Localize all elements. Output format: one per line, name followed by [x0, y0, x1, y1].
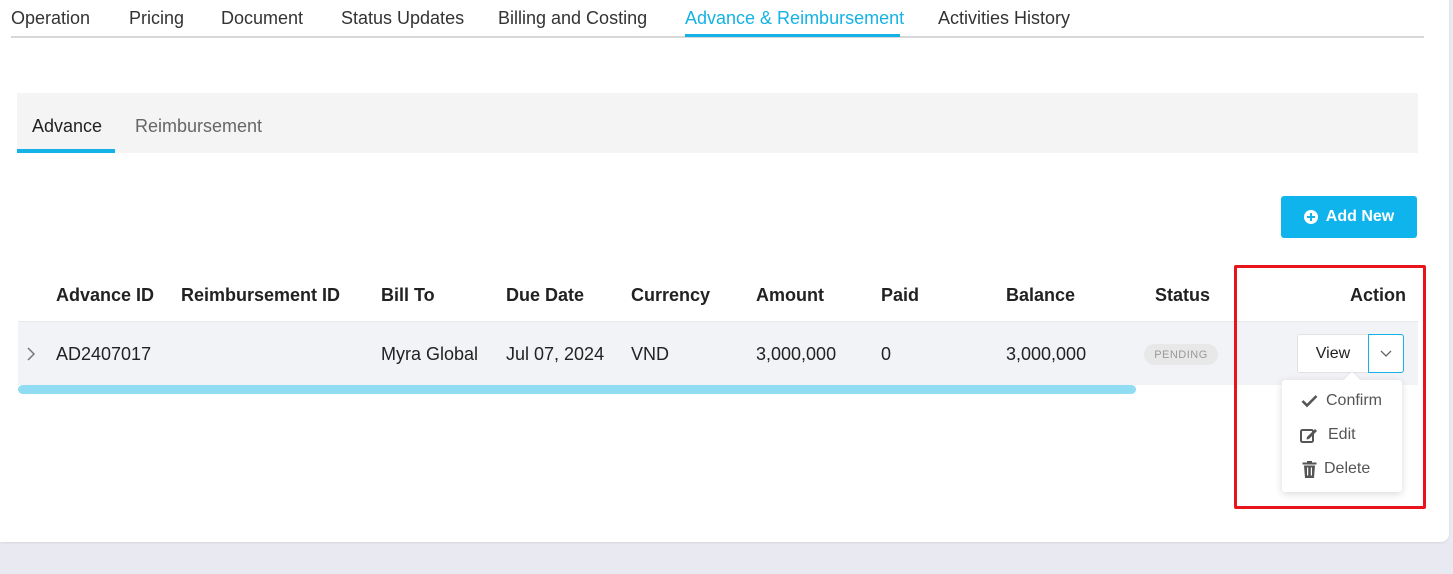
action-dropdown-toggle[interactable]	[1368, 334, 1404, 373]
horizontal-scrollbar[interactable]	[18, 385, 1136, 394]
view-button[interactable]: View	[1297, 334, 1369, 373]
column-header-due-date: Due Date	[506, 285, 585, 305]
column-header-action: Action	[1350, 285, 1406, 305]
cell-advance-id: AD2407017	[56, 344, 152, 364]
subtab-reimbursement[interactable]: Reimbursement	[135, 116, 262, 137]
add-new-label: Add New	[1325, 208, 1395, 225]
menu-item-label: Edit	[1328, 426, 1356, 443]
tab-pricing[interactable]: Pricing	[129, 8, 184, 29]
column-header-balance: Balance	[1006, 285, 1076, 305]
cell-paid: 0	[881, 344, 892, 364]
top-tab-bar: Operation Pricing Document Status Update…	[11, 0, 1424, 38]
cell-due-date: Jul 07, 2024	[506, 344, 605, 364]
edit-icon	[1300, 426, 1318, 444]
cell-bill-to: Myra Global	[381, 344, 479, 364]
status-badge: PENDING	[1144, 344, 1218, 365]
plus-circle-icon	[1303, 210, 1318, 224]
sub-tab-bar: Advance Reimbursement	[17, 93, 1418, 153]
column-header-advance-id: Advance ID	[56, 285, 155, 305]
menu-item-edit[interactable]: Edit	[1282, 418, 1402, 452]
tab-document[interactable]: Document	[221, 8, 303, 29]
column-header-amount: Amount	[756, 285, 824, 305]
add-new-button[interactable]: Add New	[1281, 196, 1417, 238]
tab-status-updates[interactable]: Status Updates	[341, 8, 464, 29]
cell-amount: 3,000,000	[756, 344, 837, 364]
column-header-currency: Currency	[631, 285, 711, 305]
column-header-status: Status	[1155, 285, 1211, 305]
main-card: Operation Pricing Document Status Update…	[0, 0, 1449, 542]
tab-operation[interactable]: Operation	[11, 8, 90, 29]
cell-balance: 3,000,000	[1006, 344, 1087, 364]
column-header-bill-to: Bill To	[381, 285, 435, 305]
menu-item-label: Confirm	[1326, 392, 1383, 409]
menu-item-label: Delete	[1324, 460, 1371, 477]
action-dropdown-menu: Confirm Edit Delete	[1282, 380, 1402, 492]
column-header-paid: Paid	[881, 285, 920, 305]
active-tab-indicator	[685, 34, 900, 37]
tab-activities-history[interactable]: Activities History	[938, 8, 1070, 29]
check-icon	[1300, 392, 1318, 410]
menu-item-confirm[interactable]: Confirm	[1282, 384, 1402, 418]
active-subtab-indicator	[17, 149, 115, 153]
subtab-advance[interactable]: Advance	[32, 116, 102, 137]
tab-billing-and-costing[interactable]: Billing and Costing	[498, 8, 647, 29]
cell-currency: VND	[631, 344, 670, 364]
trash-icon	[1300, 460, 1318, 478]
menu-item-delete[interactable]: Delete	[1282, 452, 1402, 486]
tab-advance-reimbursement[interactable]: Advance & Reimbursement	[685, 8, 904, 29]
column-header-reimbursement-id: Reimbursement ID	[181, 285, 341, 305]
chevron-right-icon[interactable]	[26, 347, 36, 361]
chevron-down-icon	[1380, 350, 1392, 357]
